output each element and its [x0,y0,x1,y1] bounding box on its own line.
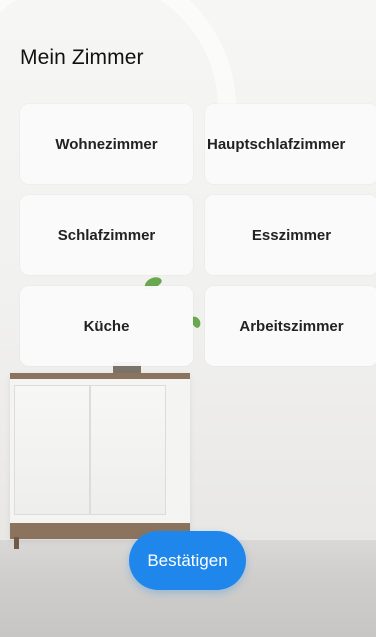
room-option-wohnezimmer[interactable]: Wohnezimmer [20,104,193,184]
room-option-kueche[interactable]: Küche [20,286,193,366]
room-option-arbeitszimmer[interactable]: Arbeitszimmer [205,286,376,366]
cabinet-leg [14,537,19,549]
room-option-schlafzimmer[interactable]: Schlafzimmer [20,195,193,275]
page-title: Mein Zimmer [20,46,144,69]
cabinet-door [90,385,166,515]
confirm-button[interactable]: Bestätigen [129,531,246,590]
sideboard-cabinet [10,373,190,549]
room-option-hauptschlafzimmer[interactable]: Hauptschlafzimmer [205,104,376,184]
room-option-esszimmer[interactable]: Esszimmer [205,195,376,275]
cabinet-door [14,385,90,515]
room-selection-screen: Mein Zimmer Wohnezimmer Hauptschlafzimme… [0,0,376,637]
